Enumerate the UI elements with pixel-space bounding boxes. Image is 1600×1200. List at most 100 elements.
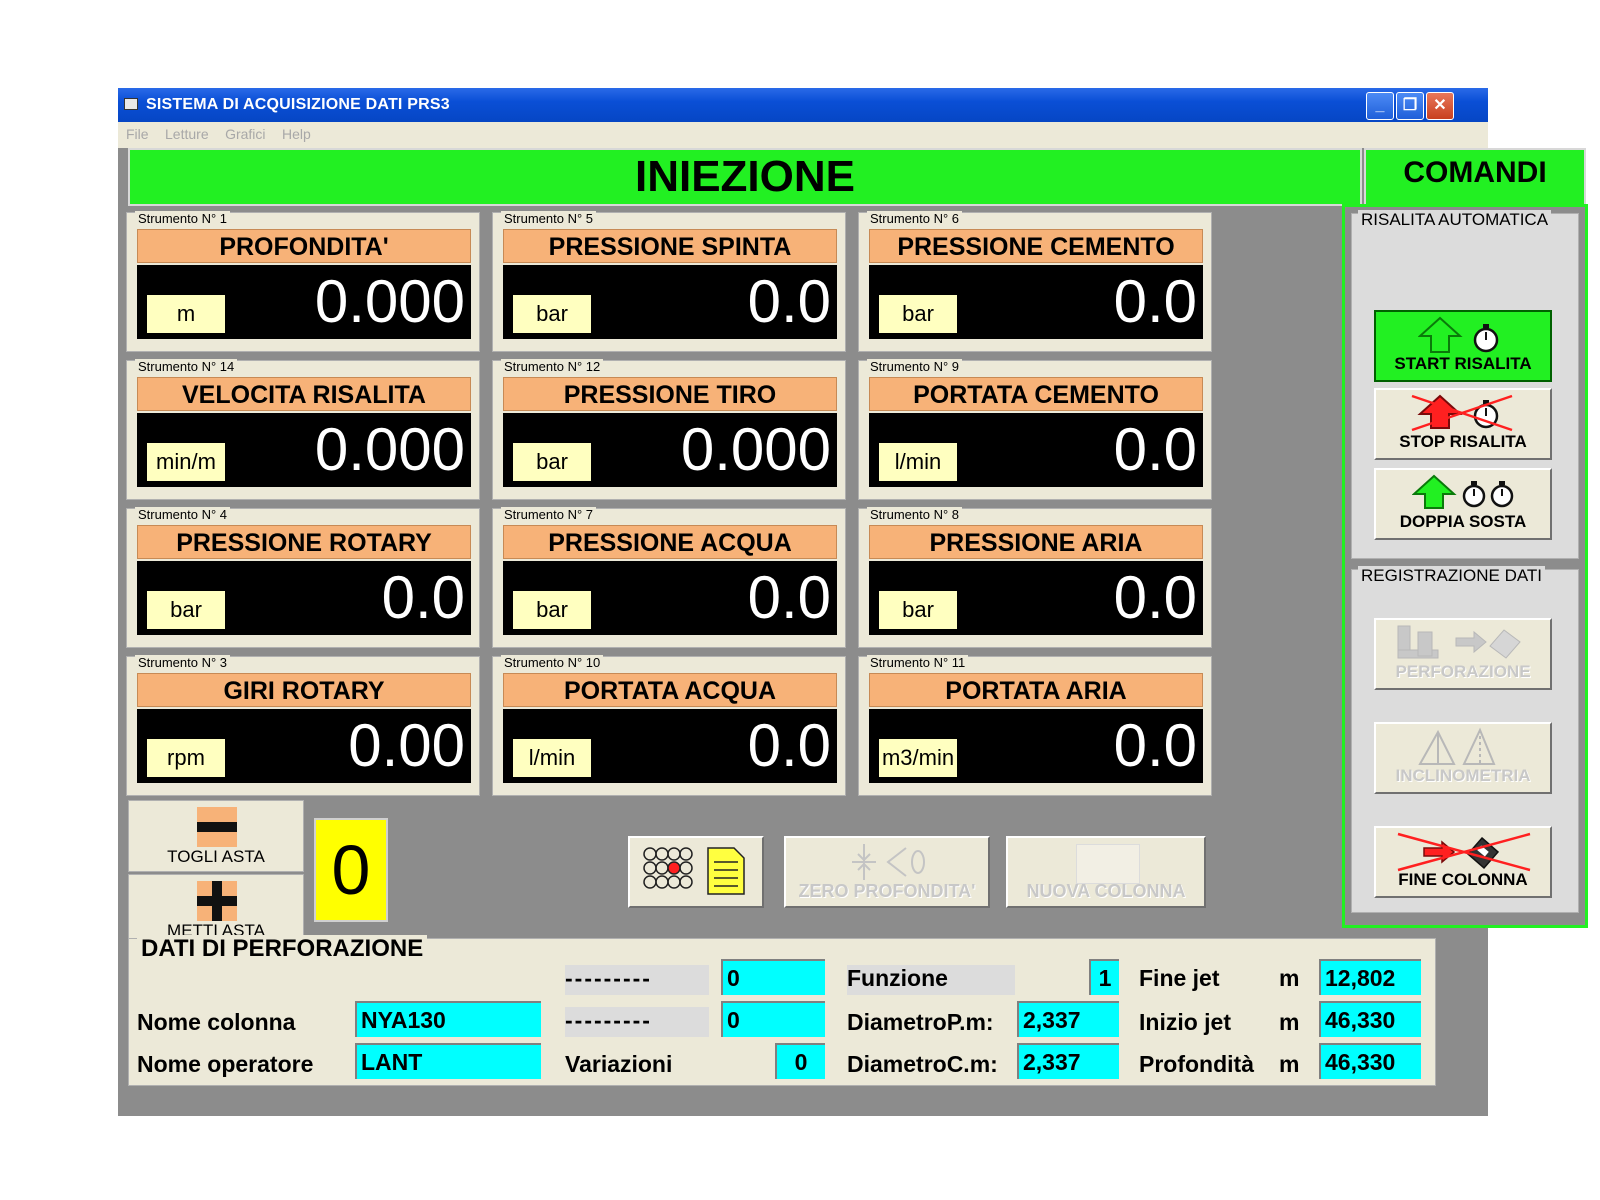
instrument-label: Strumento N° 5 xyxy=(501,211,597,226)
instrument-label: Strumento N° 8 xyxy=(867,507,963,522)
diametro-c-label: DiametroC.m: xyxy=(847,1051,998,1077)
stop-risalita-button[interactable]: STOP RISALITA xyxy=(1374,388,1552,460)
grid-document-icon xyxy=(643,847,745,895)
variazioni-label: Variazioni xyxy=(565,1051,673,1077)
instrument-value: 0.0 xyxy=(1113,712,1197,779)
instrument-panel: Strumento N° 12 PRESSIONE TIRO bar 0.000 xyxy=(492,359,846,500)
instrument-label: Strumento N° 7 xyxy=(501,507,597,522)
instrument-panel: Strumento N° 8 PRESSIONE ARIA bar 0.0 xyxy=(858,507,1212,648)
inizio-jet-label: Inizio jet xyxy=(1139,1009,1231,1035)
instrument-title: PORTATA ACQUA xyxy=(503,673,837,707)
instrument-value: 0.000 xyxy=(314,268,465,335)
diametro-c-field[interactable]: 2,337 xyxy=(1017,1043,1119,1079)
instrument-unit: bar xyxy=(513,443,591,481)
profondita-label: Profondità xyxy=(1139,1051,1254,1077)
instrument-value: 0.0 xyxy=(747,564,831,631)
instrument-value: 0.000 xyxy=(680,416,831,483)
title-bar: SISTEMA DI ACQUISIZIONE DATI PRS3 _ ❐ ✕ xyxy=(118,88,1488,122)
nuova-colonna-button[interactable]: NUOVA COLONNA xyxy=(1006,836,1206,908)
iniezione-header: INIEZIONE xyxy=(128,148,1362,206)
minus-icon xyxy=(197,807,237,847)
instrument-title: PRESSIONE ROTARY xyxy=(137,525,471,559)
instrument-display: l/min 0.0 xyxy=(869,413,1203,487)
instrument-label: Strumento N° 14 xyxy=(135,359,238,374)
up-arrow-stopwatch-icon xyxy=(1418,316,1499,353)
instrument-value: 0.00 xyxy=(348,712,465,779)
stop-risalita-icon xyxy=(1411,394,1513,432)
instrument-value: 0.0 xyxy=(1113,564,1197,631)
nome-colonna-field[interactable]: NYA130 xyxy=(355,1001,541,1037)
instrument-display: m3/min 0.0 xyxy=(869,709,1203,783)
funzione-field[interactable]: 1 xyxy=(1089,959,1119,995)
blank-icon xyxy=(1076,844,1140,884)
menu-help[interactable]: Help xyxy=(282,122,311,146)
inizio-jet-unit: m xyxy=(1279,1009,1300,1035)
dash-field-2[interactable]: 0 xyxy=(721,1001,825,1037)
zero-profondita-label: ZERO PROFONDITA' xyxy=(798,881,976,901)
instrument-label: Strumento N° 6 xyxy=(867,211,963,226)
fine-colonna-button[interactable]: FINE COLONNA xyxy=(1374,826,1552,898)
togli-asta-button[interactable]: TOGLI ASTA xyxy=(128,800,304,872)
menu-file[interactable]: File xyxy=(126,122,149,146)
instrument-label: Strumento N° 9 xyxy=(867,359,963,374)
instrument-unit: min/m xyxy=(147,443,225,481)
instrument-unit: l/min xyxy=(879,443,957,481)
zero-profondita-button[interactable]: ZERO PROFONDITA' xyxy=(784,836,990,908)
instrument-label: Strumento N° 12 xyxy=(501,359,604,374)
funzione-label: Funzione xyxy=(847,965,1015,995)
start-risalita-label: START RISALITA xyxy=(1394,354,1532,373)
instrument-panel: Strumento N° 6 PRESSIONE CEMENTO bar 0.0 xyxy=(858,211,1212,352)
instrument-unit: bar xyxy=(513,591,591,629)
dash-label-2: --------- xyxy=(565,1007,709,1037)
inizio-jet-field[interactable]: 46,330 xyxy=(1319,1001,1421,1037)
diametro-p-field[interactable]: 2,337 xyxy=(1017,1001,1119,1037)
main-window: SISTEMA DI ACQUISIZIONE DATI PRS3 _ ❐ ✕ … xyxy=(118,88,1588,1116)
instrument-unit: bar xyxy=(513,295,591,333)
risalita-group-label: RISALITA AUTOMATICA xyxy=(1358,210,1552,230)
restore-button[interactable]: ❐ xyxy=(1396,92,1424,120)
instrument-title: PRESSIONE ACQUA xyxy=(503,525,837,559)
instrument-display: rpm 0.00 xyxy=(137,709,471,783)
risalita-group: RISALITA AUTOMATICA START RISALITA STOP … xyxy=(1351,210,1579,559)
stop-risalita-label: STOP RISALITA xyxy=(1399,432,1527,451)
instrument-display: bar 0.0 xyxy=(503,561,837,635)
menu-grafici[interactable]: Grafici xyxy=(225,122,265,146)
instrument-panel: Strumento N° 10 PORTATA ACQUA l/min 0.0 xyxy=(492,655,846,796)
close-button[interactable]: ✕ xyxy=(1426,92,1454,120)
inclinometer-icon xyxy=(1418,727,1496,765)
profondita-field[interactable]: 46,330 xyxy=(1319,1043,1421,1079)
instrument-title: PORTATA CEMENTO xyxy=(869,377,1203,411)
perforazione-label: PERFORAZIONE xyxy=(1395,662,1531,681)
fine-jet-field[interactable]: 12,802 xyxy=(1319,959,1421,995)
instrument-value: 0.0 xyxy=(747,268,831,335)
instrument-panel: Strumento N° 14 VELOCITA RISALITA min/m … xyxy=(126,359,480,500)
client-area: INIEZIONE COMANDI Strumento N° 1 PROFOND… xyxy=(118,148,1588,1116)
variazioni-field[interactable]: 0 xyxy=(775,1043,825,1079)
instrument-panel: Strumento N° 5 PRESSIONE SPINTA bar 0.0 xyxy=(492,211,846,352)
instrument-unit: bar xyxy=(147,591,225,629)
report-button[interactable] xyxy=(628,836,764,908)
instrument-unit: l/min xyxy=(513,739,591,777)
instrument-label: Strumento N° 11 xyxy=(867,655,969,670)
inclinometria-button[interactable]: INCLINOMETRIA xyxy=(1374,722,1552,794)
instrument-value: 0.0 xyxy=(747,712,831,779)
comandi-header: COMANDI xyxy=(1364,148,1586,206)
perforazione-button[interactable]: PERFORAZIONE xyxy=(1374,618,1552,690)
instrument-title: PRESSIONE SPINTA xyxy=(503,229,837,263)
menu-letture[interactable]: Letture xyxy=(165,122,209,146)
instrument-unit: bar xyxy=(879,295,957,333)
instrument-panel: Strumento N° 7 PRESSIONE ACQUA bar 0.0 xyxy=(492,507,846,648)
instrument-value: 0.000 xyxy=(314,416,465,483)
start-risalita-button[interactable]: START RISALITA xyxy=(1374,310,1552,382)
instrument-panel: Strumento N° 4 PRESSIONE ROTARY bar 0.0 xyxy=(126,507,480,648)
dash-field-1[interactable]: 0 xyxy=(721,959,825,995)
instrument-panel: Strumento N° 11 PORTATA ARIA m3/min 0.0 xyxy=(858,655,1212,796)
doppia-sosta-label: DOPPIA SOSTA xyxy=(1399,512,1527,531)
asta-counter: 0 xyxy=(314,818,388,922)
nome-operatore-field[interactable]: LANT xyxy=(355,1043,541,1079)
instrument-title: VELOCITA RISALITA xyxy=(137,377,471,411)
minimize-button[interactable]: _ xyxy=(1366,92,1394,120)
instrument-label: Strumento N° 3 xyxy=(135,655,231,670)
instrument-title: GIRI ROTARY xyxy=(137,673,471,707)
doppia-sosta-button[interactable]: DOPPIA SOSTA xyxy=(1374,468,1552,540)
